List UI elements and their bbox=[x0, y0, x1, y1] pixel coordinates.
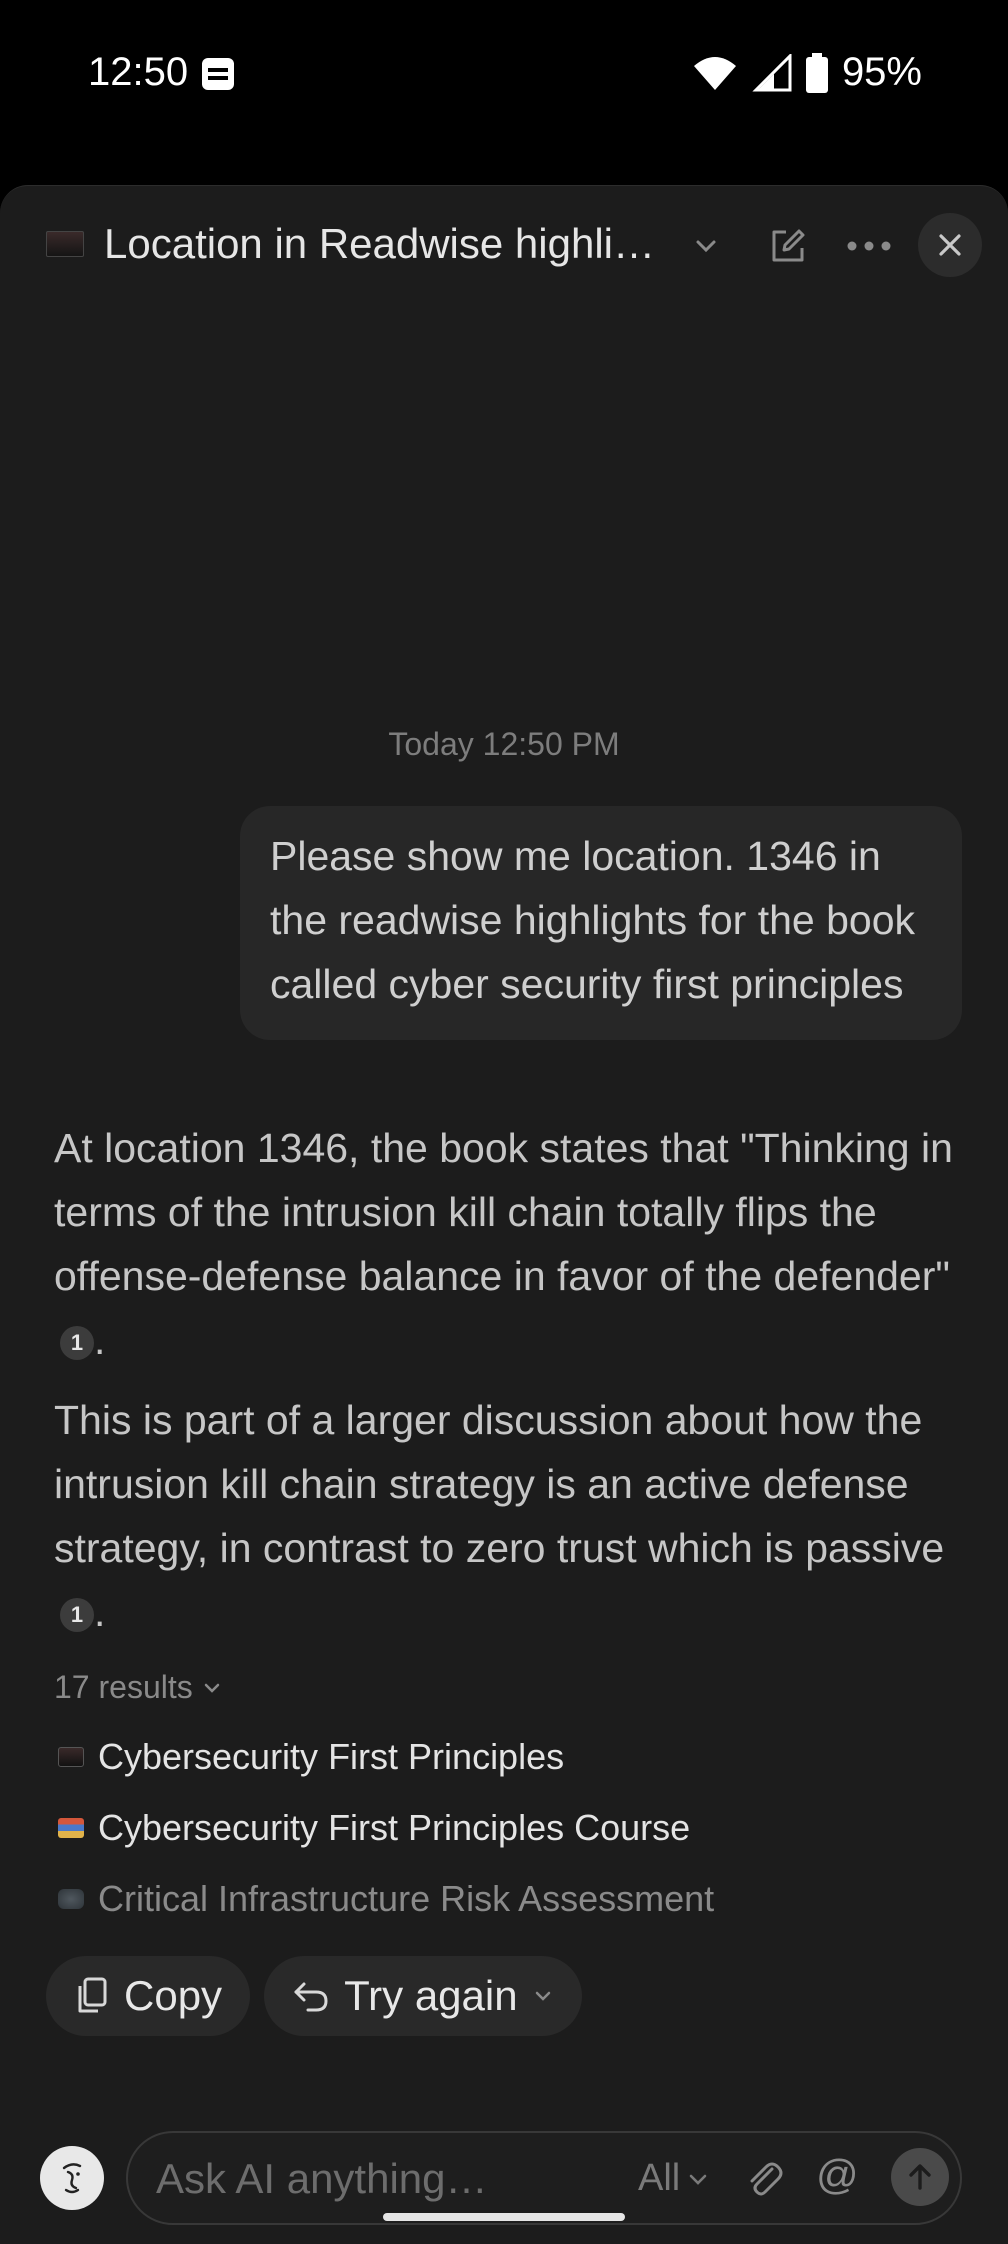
more-options-icon[interactable] bbox=[844, 224, 894, 268]
results-list: Cybersecurity First Principles Cybersecu… bbox=[58, 1721, 958, 1934]
result-item[interactable]: Critical Infrastructure Risk Assessment bbox=[58, 1863, 958, 1934]
signal-icon bbox=[752, 53, 792, 91]
notification-icon bbox=[202, 58, 234, 90]
result-item[interactable]: Cybersecurity First Principles bbox=[58, 1721, 958, 1792]
ai-chat-sheet: Location in Readwise highli… Today 12:50… bbox=[0, 185, 1008, 2244]
book-cover-icon bbox=[58, 1888, 84, 1909]
chat-header: Location in Readwise highli… bbox=[0, 186, 1008, 301]
ai-answer: At location 1346, the book states that "… bbox=[54, 1116, 954, 1660]
results-count: 17 results bbox=[54, 1669, 193, 1705]
battery-percent: 95% bbox=[841, 50, 922, 94]
chevron-down-icon bbox=[535, 1991, 550, 2001]
scope-select[interactable]: All bbox=[638, 2157, 710, 2200]
ask-ai-input[interactable] bbox=[156, 2155, 626, 2203]
attach-icon[interactable] bbox=[740, 2155, 788, 2203]
status-bar: 12:50 95% bbox=[0, 0, 1008, 150]
ai-face-icon bbox=[40, 2146, 104, 2210]
user-message-bubble: Please show me location. 1346 in the rea… bbox=[240, 806, 962, 1040]
close-icon bbox=[939, 234, 961, 256]
book-cover-icon bbox=[46, 231, 84, 257]
citation-badge[interactable]: 1 bbox=[60, 1326, 94, 1361]
results-toggle[interactable]: 17 results bbox=[54, 1669, 223, 1706]
chevron-down-icon bbox=[689, 2174, 707, 2185]
mention-button[interactable]: @ bbox=[816, 2151, 859, 2199]
chevron-down-icon bbox=[204, 1683, 219, 1693]
status-time: 12:50 bbox=[88, 50, 189, 94]
answer-paragraph: This is part of a larger discussion abou… bbox=[54, 1397, 945, 1635]
book-cover-icon bbox=[58, 1746, 84, 1767]
result-title: Cybersecurity First Principles Course bbox=[98, 1806, 691, 1848]
try-again-label: Try again bbox=[344, 1972, 518, 2019]
citation-badge[interactable]: 1 bbox=[60, 1598, 94, 1633]
new-chat-icon[interactable] bbox=[766, 224, 810, 268]
undo-icon bbox=[294, 1982, 328, 2012]
close-button[interactable] bbox=[918, 213, 982, 277]
copy-icon bbox=[78, 1977, 107, 2013]
result-title: Critical Infrastructure Risk Assessment bbox=[98, 1877, 715, 1919]
status-indicators: 95% bbox=[692, 50, 922, 95]
answer-paragraph: At location 1346, the book states that "… bbox=[54, 1125, 953, 1363]
scope-value: All bbox=[638, 2157, 681, 2199]
result-title: Cybersecurity First Principles bbox=[98, 1735, 565, 1777]
battery-icon bbox=[805, 52, 828, 93]
message-timestamp: Today 12:50 PM bbox=[388, 726, 620, 762]
result-item[interactable]: Cybersecurity First Principles Course bbox=[58, 1792, 958, 1863]
try-again-button[interactable]: Try again bbox=[264, 1956, 582, 2036]
home-indicator[interactable] bbox=[383, 2213, 625, 2221]
arrow-up-icon bbox=[909, 2164, 931, 2190]
chat-title[interactable]: Location in Readwise highli… bbox=[104, 220, 655, 268]
wifi-icon bbox=[693, 56, 736, 90]
ask-ai-box: All @ bbox=[126, 2131, 962, 2225]
chevron-down-icon[interactable] bbox=[690, 230, 722, 262]
answer-actions: Copy Try again bbox=[46, 1956, 582, 2036]
copy-button[interactable]: Copy bbox=[46, 1956, 251, 2036]
books-icon bbox=[58, 1817, 84, 1838]
send-button[interactable] bbox=[891, 2148, 949, 2206]
copy-label: Copy bbox=[124, 1972, 223, 2019]
